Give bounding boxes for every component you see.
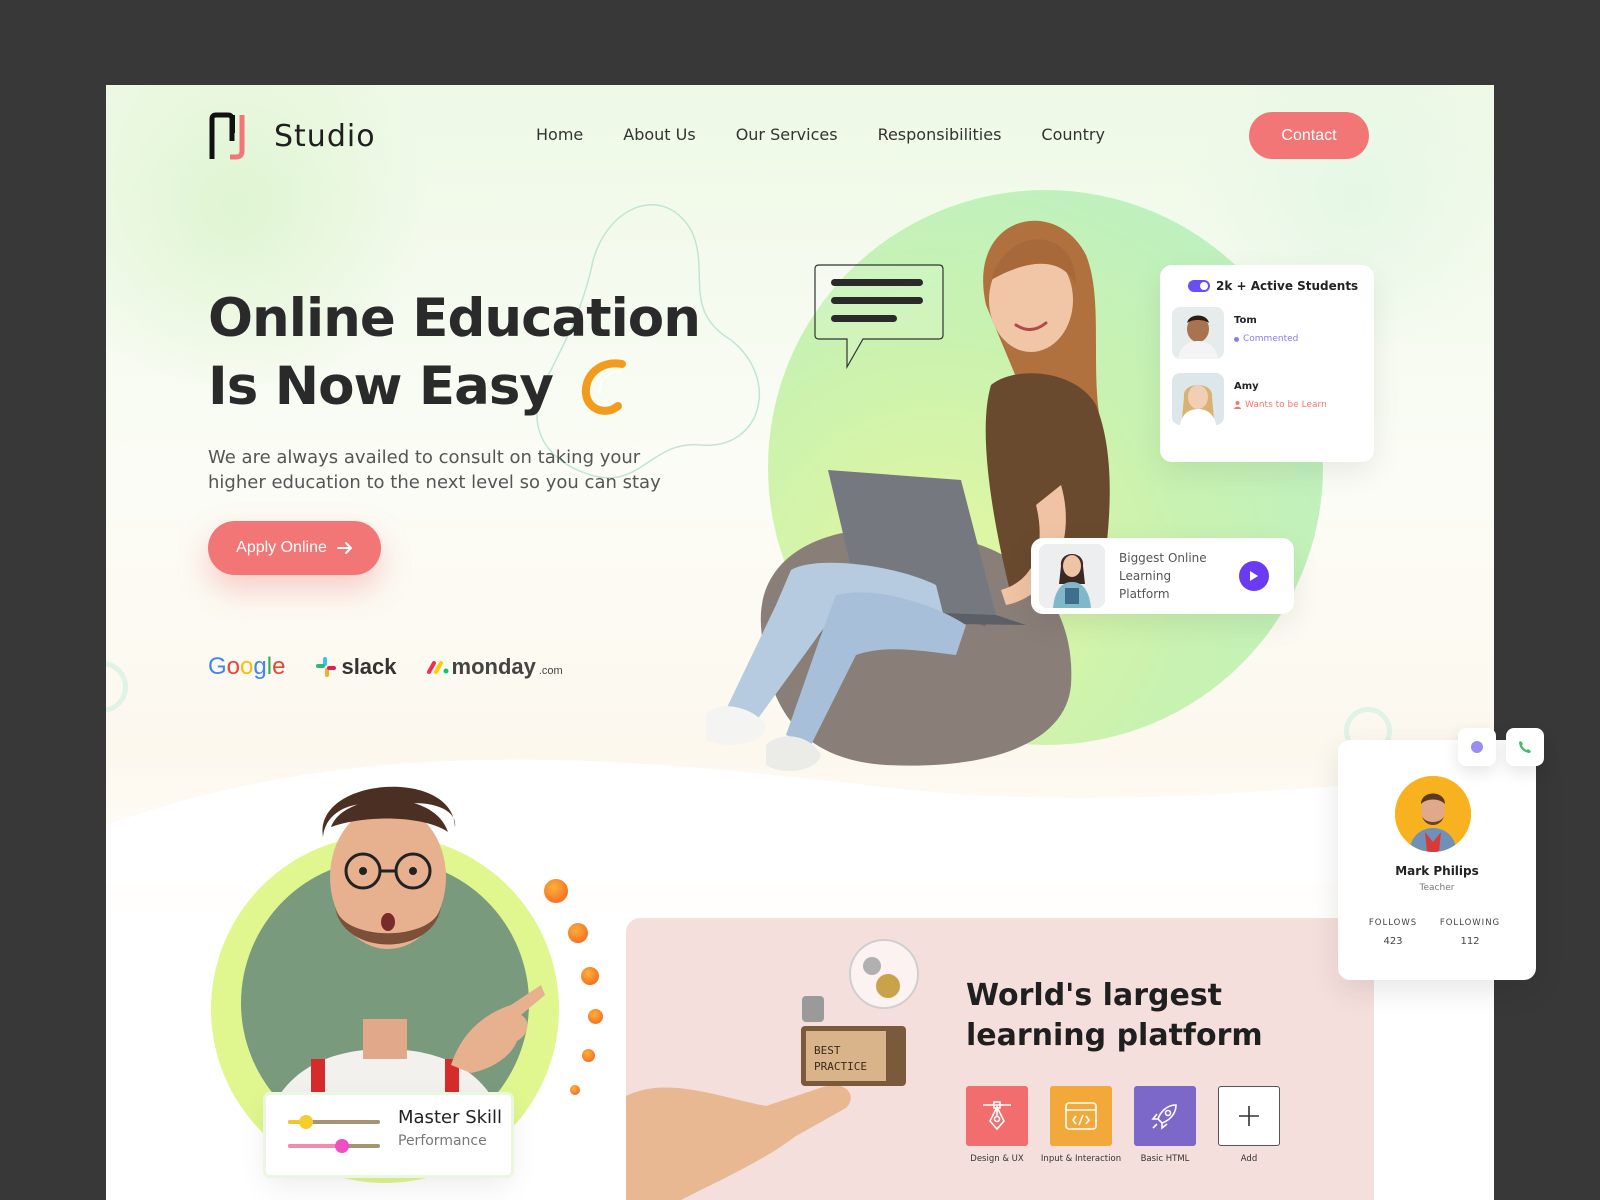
best-practice-hand-image: BEST PRACTICE	[626, 939, 919, 1200]
decorative-dot	[570, 1085, 580, 1095]
pen-tool-icon	[983, 1101, 1011, 1131]
active-students-title: 2k + Active Students	[1216, 279, 1359, 293]
decorative-dot	[568, 923, 588, 943]
follows-value: 423	[1383, 936, 1403, 947]
apply-online-button[interactable]: Apply Online	[208, 521, 381, 575]
master-skill-card: Master Skill Performance	[266, 1095, 511, 1175]
slack-icon	[316, 657, 337, 677]
plus-icon	[1239, 1106, 1259, 1126]
nav-item-our-services[interactable]: Our Services	[736, 125, 838, 144]
avatar	[1172, 373, 1224, 425]
teacher-profile-card: Mark Philips Teacher FOLLOWS 423 FOLLOWI…	[1338, 740, 1536, 980]
active-students-toggle[interactable]	[1188, 280, 1210, 292]
category-tile-box	[1134, 1086, 1196, 1146]
nav-item-home[interactable]: Home	[536, 125, 583, 144]
svg-text:PRACTICE: PRACTICE	[814, 1060, 867, 1073]
avatar	[1172, 307, 1224, 359]
decorative-dot	[588, 1009, 603, 1024]
avatar	[1395, 776, 1471, 852]
monday-logo: monday .com	[426, 654, 563, 680]
category-tile-html[interactable]: Basic HTML	[1134, 1086, 1196, 1164]
phone-icon	[1519, 741, 1531, 753]
follows-label: FOLLOWS	[1368, 918, 1418, 928]
skill-sliders-icon	[288, 1115, 380, 1153]
teacher-name: Mark Philips	[1395, 864, 1479, 878]
nav-item-responsibilities[interactable]: Responsibilities	[878, 125, 1002, 144]
following-label: FOLLOWING	[1439, 918, 1501, 928]
category-tile-design[interactable]: Design & UX	[966, 1086, 1028, 1164]
chat-bubble-icon	[814, 264, 944, 370]
brand-logo[interactable]: Studio	[208, 111, 376, 161]
student-list-item[interactable]: Tom Commented	[1172, 307, 1362, 359]
student-name: Tom	[1234, 315, 1257, 326]
category-tile-label: Input & Interaction	[1040, 1154, 1122, 1164]
apply-online-label: Apply Online	[236, 539, 327, 556]
teacher-role: Teacher	[1419, 883, 1455, 893]
google-logo: Google	[208, 653, 286, 680]
arrow-right-icon	[336, 542, 352, 554]
play-button[interactable]	[1239, 561, 1269, 591]
svg-text:BEST: BEST	[814, 1044, 841, 1057]
slack-logo: slack	[315, 654, 397, 680]
category-tiles: Design & UX Input & Interaction Basic HT…	[966, 1086, 1280, 1164]
brand-name: Studio	[274, 118, 376, 154]
code-window-icon	[1065, 1102, 1097, 1130]
nav-item-country[interactable]: Country	[1041, 125, 1105, 144]
message-button[interactable]	[1458, 728, 1496, 766]
category-tile-label: Basic HTML	[1140, 1154, 1190, 1164]
feature-panel-title: World's largest learning platform	[966, 978, 1263, 1053]
category-tile-box	[1050, 1086, 1112, 1146]
add-button[interactable]	[1218, 1086, 1280, 1146]
nav-item-about-us[interactable]: About Us	[623, 125, 695, 144]
following-value: 112	[1460, 936, 1480, 947]
logo-mark-icon	[209, 112, 245, 160]
student-avatar-amy	[1172, 373, 1224, 425]
student-status: Wants to be Learn	[1234, 400, 1327, 410]
skill-subtitle: Performance	[398, 1133, 487, 1149]
following-stat: FOLLOWING 112	[1435, 918, 1505, 947]
category-tile-box	[966, 1086, 1028, 1146]
platform-video-card[interactable]: Biggest Online Learning Platform	[1031, 538, 1294, 614]
contact-button[interactable]: Contact	[1249, 112, 1369, 159]
monday-icon	[426, 661, 449, 674]
teacher-avatar-image	[1395, 776, 1471, 852]
student-thumbnail-image	[1039, 544, 1105, 608]
partner-logos: Google slack monday .com	[208, 653, 563, 681]
feature-panel: BEST PRACTICE World's largest learning p…	[626, 918, 1374, 1200]
platform-card-text: Biggest Online Learning Platform	[1119, 551, 1207, 601]
student-avatar-tom	[1172, 307, 1224, 359]
main-nav: Home About Us Our Services Responsibilit…	[536, 125, 1105, 144]
category-tile-label: Add	[1240, 1154, 1258, 1164]
student-status: Commented	[1234, 334, 1298, 344]
platform-thumbnail	[1039, 544, 1105, 608]
active-students-header: 2k + Active Students	[1188, 279, 1362, 293]
call-button[interactable]	[1506, 728, 1544, 766]
student-list-item[interactable]: Amy Wants to be Learn	[1172, 373, 1362, 425]
message-icon	[1471, 741, 1483, 753]
category-tile-input[interactable]: Input & Interaction	[1041, 1086, 1121, 1164]
decorative-ring	[106, 661, 128, 713]
skill-title: Master Skill	[398, 1107, 503, 1128]
rocket-icon	[1151, 1104, 1177, 1130]
decorative-dot	[544, 879, 568, 903]
student-status-text: Commented	[1243, 334, 1299, 344]
follows-stat: FOLLOWS 423	[1358, 918, 1428, 947]
student-name: Amy	[1234, 381, 1259, 392]
pointing-hand-image	[451, 985, 545, 1073]
play-icon	[1250, 571, 1258, 581]
status-dot-icon	[1234, 336, 1239, 342]
decorative-dot	[581, 967, 599, 985]
slack-wordmark: slack	[341, 654, 397, 679]
decorative-dot	[582, 1049, 595, 1062]
student-status-text: Wants to be Learn	[1245, 400, 1327, 410]
user-icon	[1234, 401, 1241, 409]
monday-wordmark: monday	[451, 654, 536, 679]
active-students-card: 2k + Active Students Tom Commented Amy W…	[1160, 265, 1374, 462]
monday-suffix: .com	[538, 665, 563, 677]
category-tile-label: Design & UX	[970, 1154, 1024, 1164]
landing-page: Studio Home About Us Our Services Respon…	[106, 85, 1494, 1200]
category-tile-add[interactable]: Add	[1218, 1086, 1280, 1164]
hero-title-line-2-text: Is Now Easy	[208, 356, 554, 417]
